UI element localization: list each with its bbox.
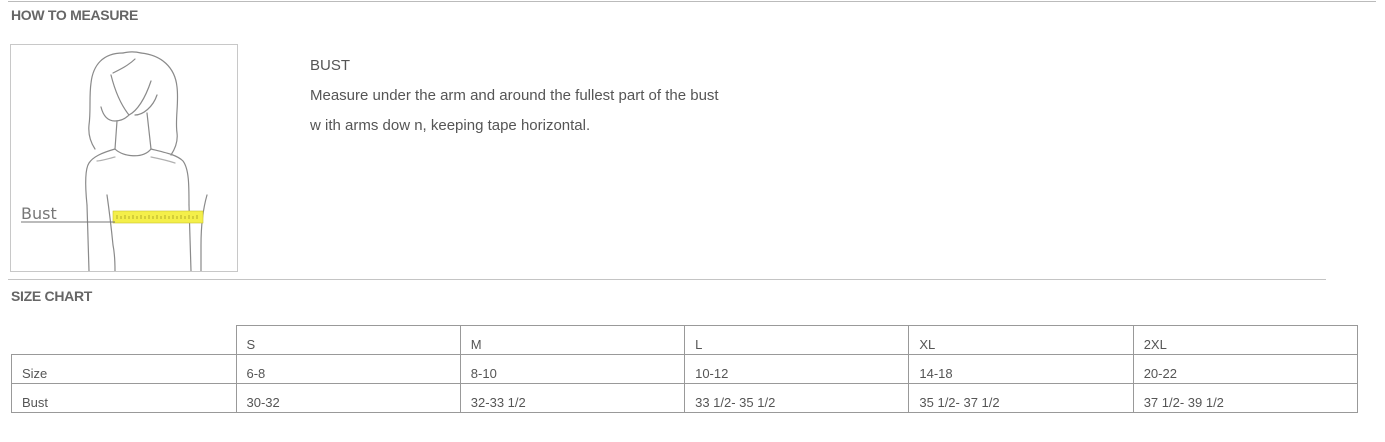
measurement-line-1: Measure under the arm and around the ful… [310,87,719,104]
woman-figure-icon: Bust [21,51,208,271]
table-cell: 20-22 [1132,354,1359,384]
table-cell: 6-8 [235,354,461,384]
corner-cell [11,325,237,355]
size-header-cell: L [684,325,910,355]
measurement-instructions: BUST Measure under the arm and around th… [310,51,719,141]
table-row: Size 6-8 8-10 10-12 14-18 20-22 [11,354,1359,384]
size-header-cell: M [459,325,686,355]
table-cell: 8-10 [459,354,686,384]
table-cell: 37 1/2- 39 1/2 [1132,383,1359,413]
measurement-line-2: w ith arms dow n, keeping tape horizonta… [310,117,591,134]
section-divider [8,279,1326,280]
size-header-cell: S [235,325,461,355]
table-cell: 14-18 [908,354,1134,384]
bust-label: Bust [21,204,57,223]
table-cell: 35 1/2- 37 1/2 [908,383,1134,413]
table-cell: 30-32 [235,383,461,413]
size-header-cell: 2XL [1132,325,1359,355]
measuring-tape [112,210,204,224]
top-divider [8,1,1376,2]
measurement-name: BUST [310,57,351,74]
size-header-cell: XL [908,325,1134,355]
bust-measure-illustration: Bust [10,44,238,272]
table-cell: 10-12 [684,354,910,384]
table-cell: 33 1/2- 35 1/2 [684,383,910,413]
size-chart-table: S M L XL 2XL Size 6-8 8-10 10-12 14-18 2… [11,325,1359,413]
table-row: Bust 30-32 32-33 1/2 33 1/2- 35 1/2 35 1… [11,383,1359,413]
table-cell: 32-33 1/2 [459,383,686,413]
how-to-measure-title: HOW TO MEASURE [11,7,138,23]
row-label: Size [11,354,237,384]
size-header-row: S M L XL 2XL [11,325,1359,355]
size-chart-title: SIZE CHART [11,288,93,304]
row-label: Bust [11,383,237,413]
